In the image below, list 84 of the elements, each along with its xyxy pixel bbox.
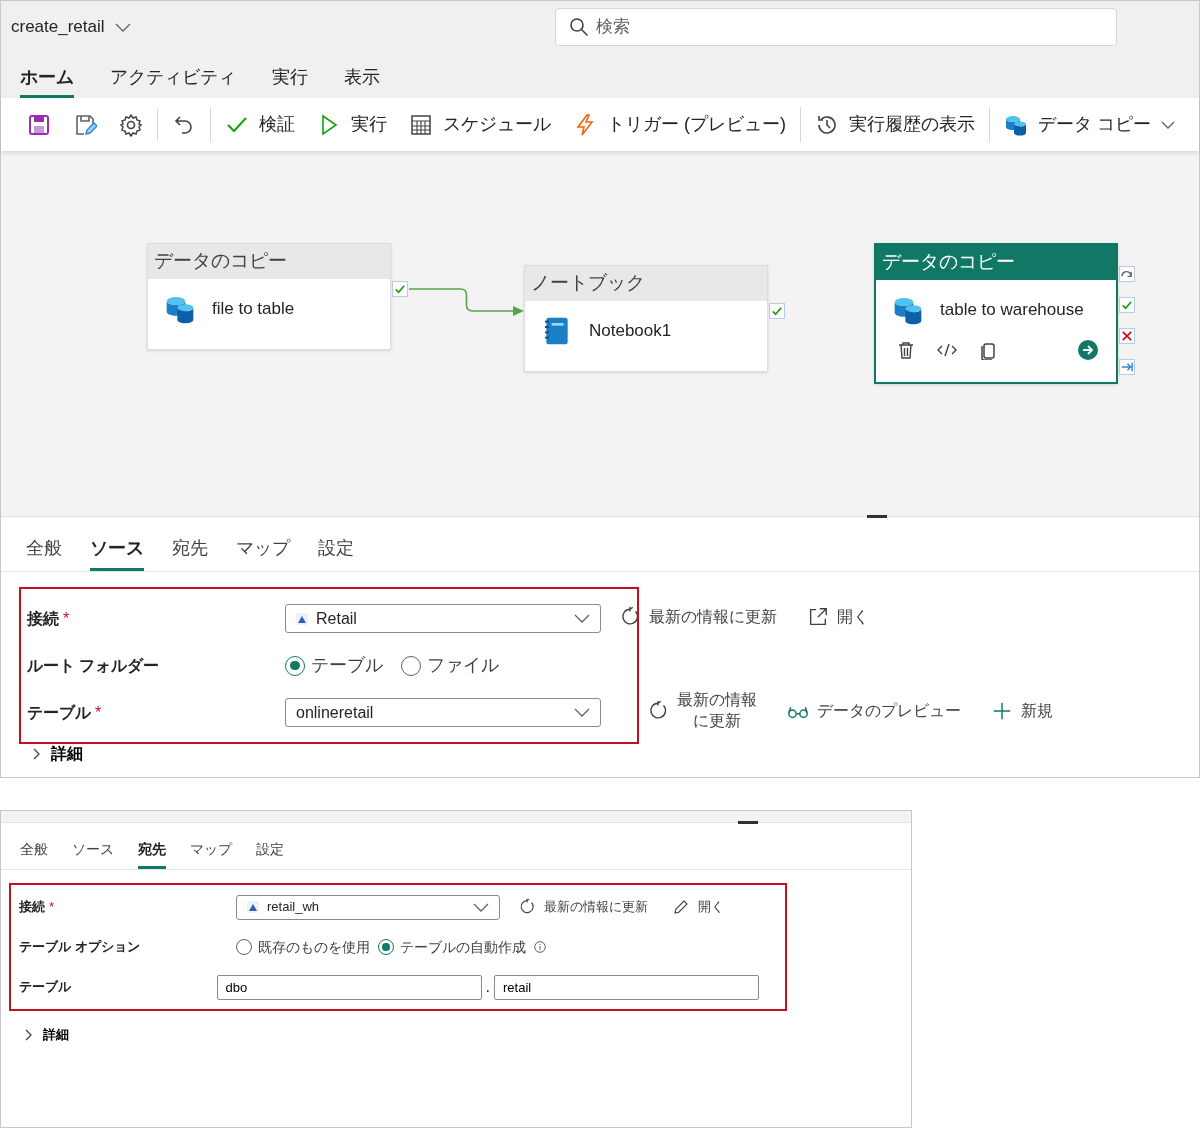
calendar-icon bbox=[409, 112, 433, 137]
chevron-right-icon bbox=[23, 1027, 33, 1042]
panel-tab[interactable]: ソース bbox=[90, 531, 144, 571]
panel-tab[interactable]: 全般 bbox=[26, 531, 62, 571]
required-mark: * bbox=[95, 703, 102, 721]
text-field[interactable]: dbo bbox=[216, 974, 482, 1000]
action-link[interactable]: 新規 bbox=[991, 698, 1053, 723]
activity-card[interactable]: データのコピー table to warehouse bbox=[874, 243, 1118, 384]
radio-option[interactable]: ファイル bbox=[401, 652, 499, 679]
completion-port-icon[interactable] bbox=[1119, 359, 1135, 375]
panel-tab[interactable]: マップ bbox=[236, 531, 290, 571]
search-icon bbox=[569, 17, 589, 37]
menu-tab[interactable]: 実行 bbox=[272, 53, 308, 98]
activity-card[interactable]: データのコピー file to table bbox=[147, 243, 391, 350]
action-link[interactable]: 最新の情報に更新 bbox=[647, 689, 757, 732]
radio-option[interactable]: テーブルの自動作成 bbox=[378, 936, 526, 958]
action-link[interactable]: 開く bbox=[807, 604, 869, 629]
menu-tab[interactable]: アクティビティ bbox=[110, 53, 236, 98]
details-expander[interactable]: 詳細 bbox=[31, 742, 83, 766]
success-port-icon[interactable] bbox=[769, 303, 785, 319]
failure-port-icon[interactable] bbox=[1119, 328, 1135, 344]
field-label: 接続 bbox=[19, 899, 45, 915]
activity-name: table to warehouse bbox=[940, 299, 1084, 322]
field-label: テーブル bbox=[19, 979, 71, 995]
toolbar-button[interactable]: 実行履歴の表示 bbox=[809, 107, 981, 142]
panel-tab[interactable]: 全般 bbox=[20, 837, 48, 869]
toolbar-button[interactable]: スケジュール bbox=[403, 107, 557, 142]
skip-port-icon[interactable] bbox=[1119, 266, 1135, 282]
chevron-down-icon bbox=[473, 902, 489, 912]
toolbar-button[interactable]: 実行 bbox=[311, 107, 393, 142]
pipeline-title: create_retail bbox=[11, 16, 105, 39]
field-label: 接続 bbox=[27, 609, 59, 627]
delete-icon bbox=[896, 340, 916, 360]
field-label: テーブル オプション bbox=[19, 939, 140, 955]
refresh-icon bbox=[518, 898, 536, 916]
activity-card[interactable]: ノートブック Notebook1 bbox=[524, 265, 768, 372]
panel-tab[interactable]: 宛先 bbox=[138, 837, 166, 869]
toolbar-button[interactable]: データ コピー bbox=[998, 107, 1181, 142]
refresh-icon bbox=[619, 605, 641, 628]
separator-dot: . bbox=[485, 977, 490, 997]
activity-type: データのコピー bbox=[876, 245, 1116, 280]
chevron-down-icon bbox=[574, 708, 590, 717]
dropdown-field[interactable]: onlineretail bbox=[285, 698, 601, 727]
activity-type: ノートブック bbox=[525, 266, 767, 301]
activity-type: データのコピー bbox=[148, 244, 390, 279]
panel-tab[interactable]: 宛先 bbox=[172, 531, 208, 571]
action-link[interactable]: データのプレビュー bbox=[787, 698, 961, 723]
success-port-icon[interactable] bbox=[1119, 297, 1135, 313]
search-field[interactable]: 検索 bbox=[555, 8, 1117, 46]
panel-tab[interactable]: 設定 bbox=[256, 837, 284, 869]
text-field[interactable]: retail bbox=[494, 974, 759, 1000]
pencil-icon bbox=[672, 898, 690, 916]
required-mark: * bbox=[49, 899, 55, 915]
dropdown-field[interactable]: retail_wh bbox=[236, 894, 500, 920]
action-link[interactable]: 最新の情報に更新 bbox=[619, 604, 777, 629]
panel-tab[interactable]: マップ bbox=[190, 837, 232, 869]
save-icon bbox=[27, 112, 51, 137]
field-label: テーブル bbox=[27, 703, 91, 721]
field-label: ルート フォルダー bbox=[27, 656, 160, 674]
chevron-down-icon bbox=[574, 614, 590, 623]
radio-option[interactable]: 既存のものを使用 bbox=[236, 936, 370, 958]
settings-icon bbox=[119, 112, 143, 137]
radio-option[interactable]: テーブル bbox=[285, 652, 383, 679]
refresh-icon bbox=[647, 699, 669, 722]
panel-tab[interactable]: 設定 bbox=[318, 531, 354, 571]
panel-tab[interactable]: ソース bbox=[72, 837, 114, 869]
connection-icon bbox=[296, 612, 308, 625]
action-link[interactable]: 開く bbox=[672, 897, 724, 917]
details-expander[interactable]: 詳細 bbox=[23, 1025, 69, 1045]
action-link[interactable]: 最新の情報に更新 bbox=[518, 897, 648, 917]
activity-name: Notebook1 bbox=[589, 320, 672, 343]
chevron-right-icon bbox=[31, 747, 41, 761]
activity-name: file to table bbox=[212, 298, 295, 321]
menu-tab[interactable]: 表示 bbox=[344, 53, 380, 98]
save-edit-icon bbox=[73, 112, 97, 137]
required-mark: * bbox=[63, 609, 70, 627]
chevron-down-icon bbox=[114, 22, 131, 32]
success-port-icon[interactable] bbox=[392, 281, 408, 297]
connection-icon bbox=[247, 901, 259, 913]
dropdown-field[interactable]: Retail bbox=[285, 604, 601, 633]
toolbar-button[interactable]: 検証 bbox=[219, 107, 301, 142]
copy-icon bbox=[978, 340, 998, 360]
open-external-icon bbox=[807, 605, 829, 628]
toolbar-button[interactable]: トリガー (プレビュー) bbox=[567, 107, 792, 142]
